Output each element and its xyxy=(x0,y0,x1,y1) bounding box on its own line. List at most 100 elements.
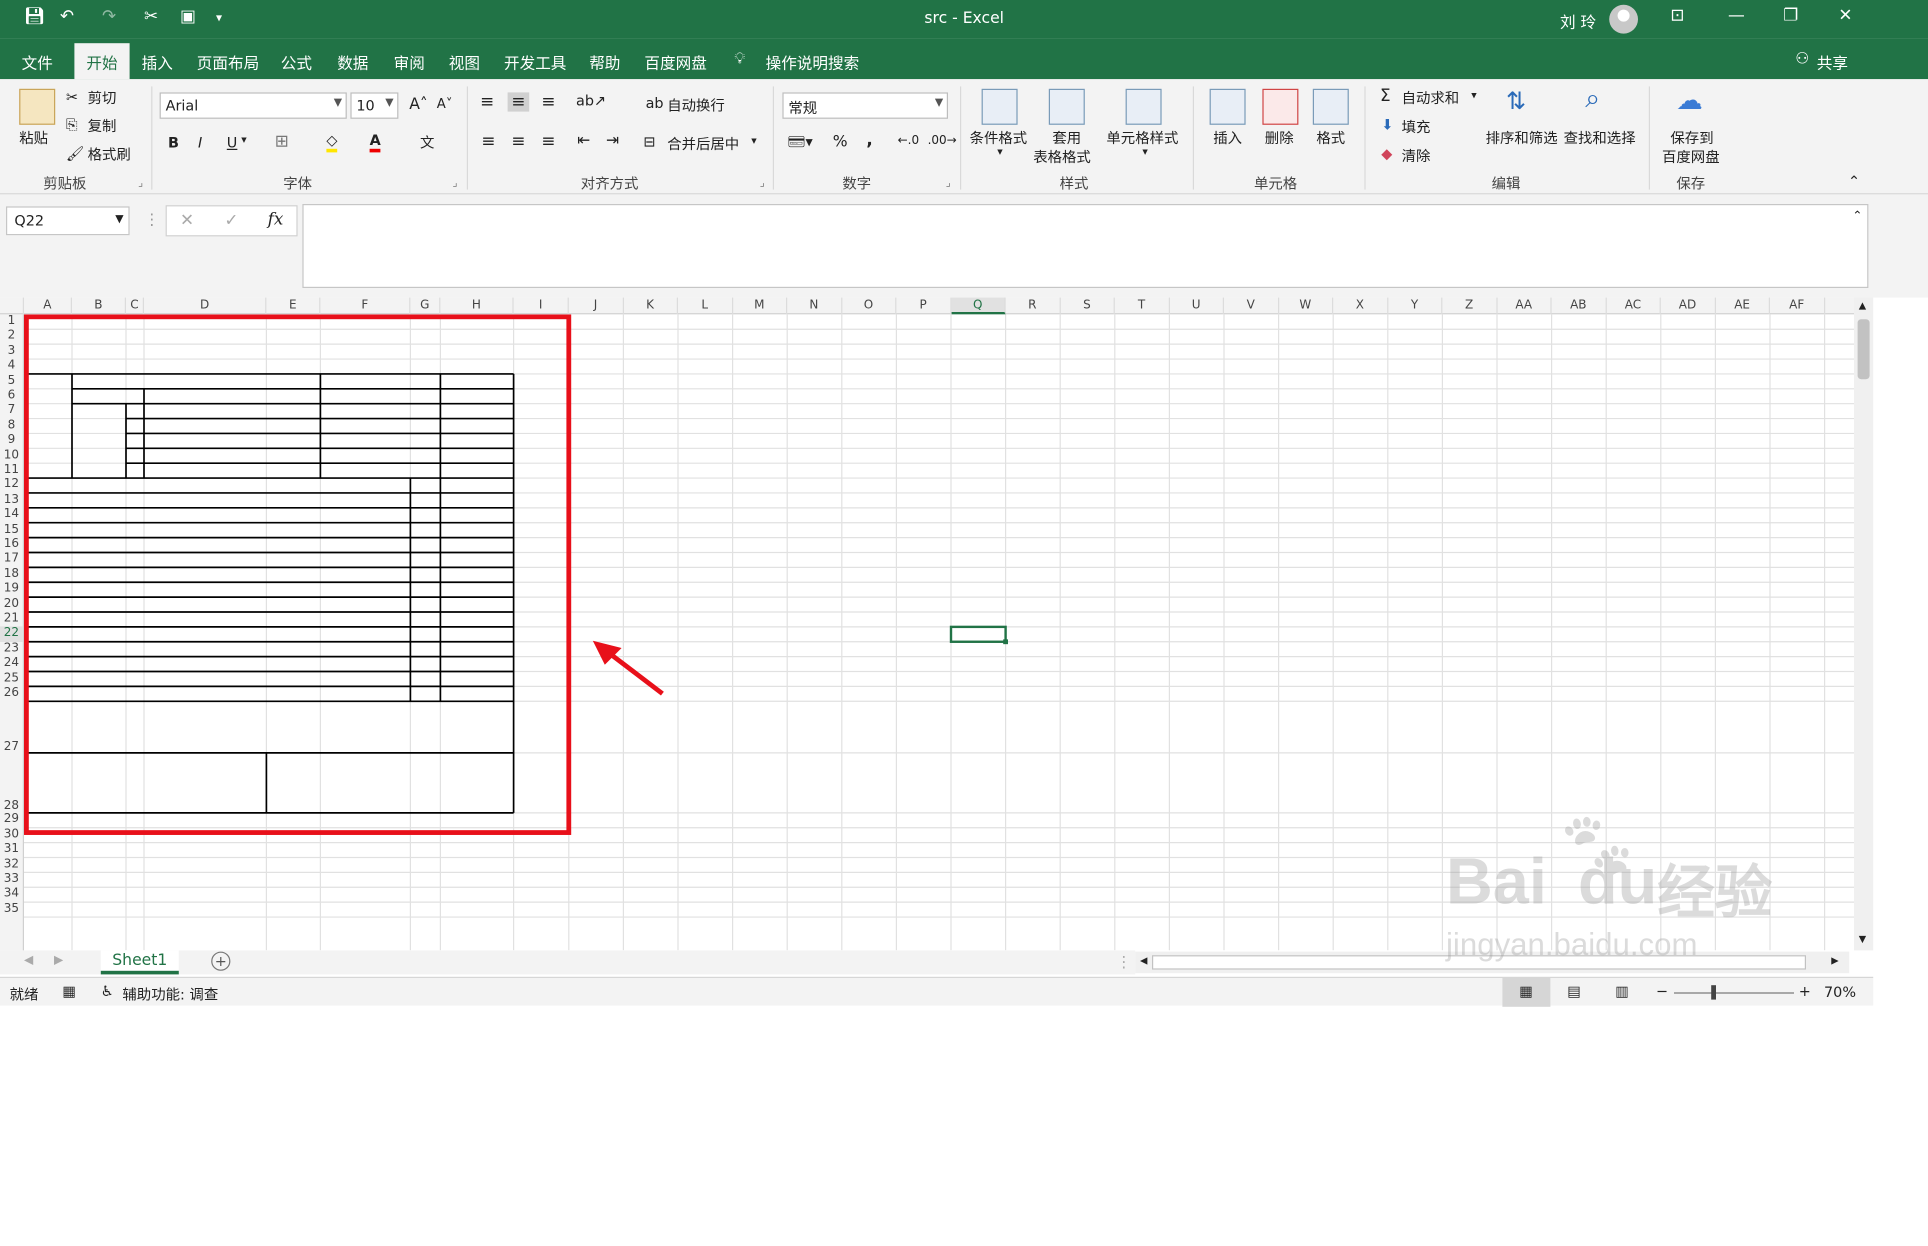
save-to-baidu-line2[interactable]: 百度网盘 xyxy=(1662,146,1720,166)
cell-styles-dropdown-icon[interactable]: ▾ xyxy=(1142,146,1147,158)
row-header-32[interactable]: 32 xyxy=(0,858,23,873)
bold-button[interactable]: B xyxy=(168,134,179,151)
format-painter-button[interactable]: 格式刷 xyxy=(88,144,131,164)
tell-me-search[interactable]: 操作说明搜索 xyxy=(766,50,860,73)
column-header-aa[interactable]: AA xyxy=(1497,297,1552,315)
sort-filter-icon[interactable]: ⇅ xyxy=(1506,86,1526,115)
row-header-9[interactable]: 9 xyxy=(0,433,23,448)
minimize-button[interactable]: — xyxy=(1728,6,1745,25)
font-launcher-icon[interactable]: ⌟ xyxy=(452,178,457,190)
scroll-right-icon[interactable]: ▶ xyxy=(1831,955,1838,966)
underline-dropdown-icon[interactable]: ▾ xyxy=(241,134,246,146)
format-cells-icon[interactable] xyxy=(1312,88,1349,125)
normal-view-button[interactable]: ▦ xyxy=(1502,978,1551,1007)
row-header-3[interactable]: 3 xyxy=(0,344,23,359)
comma-button[interactable]: , xyxy=(866,131,872,150)
column-header-z[interactable]: Z xyxy=(1442,297,1497,315)
number-launcher-icon[interactable]: ⌟ xyxy=(946,178,951,190)
column-header-ab[interactable]: AB xyxy=(1552,297,1607,315)
row-header-24[interactable]: 24 xyxy=(0,657,23,672)
cell-styles-button[interactable]: 单元格样式 xyxy=(1106,127,1178,147)
row-header-1[interactable]: 1 xyxy=(0,314,23,329)
phonetic-icon[interactable]: 文 xyxy=(420,132,434,152)
cut-button[interactable]: 剪切 xyxy=(88,88,117,108)
zoom-out-button[interactable]: − xyxy=(1656,983,1668,1000)
row-header-19[interactable]: 19 xyxy=(0,582,23,597)
paste-button[interactable]: 粘贴 xyxy=(19,127,48,147)
tab-review[interactable]: 审阅 xyxy=(394,50,425,73)
column-header-t[interactable]: T xyxy=(1115,297,1170,315)
row-header-25[interactable]: 25 xyxy=(0,672,23,687)
add-sheet-icon[interactable]: + xyxy=(211,951,231,971)
row-header-12[interactable]: 12 xyxy=(0,478,23,493)
column-header-y[interactable]: Y xyxy=(1388,297,1443,315)
find-select-button[interactable]: 查找和选择 xyxy=(1564,127,1636,147)
confirm-entry-icon[interactable]: ✓ xyxy=(224,211,238,230)
increase-font-icon[interactable]: A˄ xyxy=(409,96,427,114)
column-header-i[interactable]: I xyxy=(514,297,569,315)
column-header-r[interactable]: R xyxy=(1006,297,1061,315)
row-header-20[interactable]: 20 xyxy=(0,597,23,612)
tab-file[interactable]: 文件 xyxy=(22,50,53,73)
font-size-select[interactable]: 10 ▼ xyxy=(350,92,399,119)
row-header-23[interactable]: 23 xyxy=(0,642,23,657)
zoom-level[interactable]: 70% xyxy=(1824,984,1856,1001)
column-header-h[interactable]: H xyxy=(440,297,514,315)
orientation-icon[interactable]: ab↗ xyxy=(576,92,606,109)
row-header-2[interactable]: 2 xyxy=(0,329,23,344)
ribbon-display-icon[interactable]: ⊡ xyxy=(1670,6,1684,25)
insert-cells-button[interactable]: 插入 xyxy=(1213,127,1242,147)
column-header-f[interactable]: F xyxy=(320,297,411,315)
conditional-dropdown-icon[interactable]: ▾ xyxy=(997,146,1002,158)
align-middle-icon[interactable]: ≡ xyxy=(507,92,529,112)
column-header-w[interactable]: W xyxy=(1279,297,1334,315)
row-header-30[interactable]: 30 xyxy=(0,828,23,843)
row-header-7[interactable]: 7 xyxy=(0,404,23,419)
column-header-v[interactable]: V xyxy=(1224,297,1279,315)
scroll-down-icon[interactable]: ▼ xyxy=(1859,934,1866,945)
sort-filter-button[interactable]: 排序和筛选 xyxy=(1486,127,1558,147)
save-to-baidu-line1[interactable]: 保存到 xyxy=(1670,127,1713,147)
autosum-dropdown-icon[interactable]: ▾ xyxy=(1471,90,1476,102)
wrap-text-button[interactable]: 自动换行 xyxy=(667,95,725,115)
tab-data[interactable]: 数据 xyxy=(337,50,368,73)
underline-button[interactable]: U xyxy=(227,134,238,151)
font-name-select[interactable]: Arial ▼ xyxy=(159,92,347,119)
avatar[interactable] xyxy=(1609,4,1639,34)
user-name[interactable]: 刘 玲 xyxy=(1560,10,1596,33)
fill-button[interactable]: 填充 xyxy=(1402,116,1431,136)
row-header-15[interactable]: 15 xyxy=(0,523,23,538)
tab-formulas[interactable]: 公式 xyxy=(281,50,312,73)
column-header-a[interactable]: A xyxy=(24,297,72,315)
row-header-33[interactable]: 33 xyxy=(0,872,23,887)
row-header-17[interactable]: 17 xyxy=(0,552,23,567)
italic-button[interactable]: I xyxy=(198,134,202,151)
row-header-13[interactable]: 13 xyxy=(0,493,23,508)
page-layout-view-icon[interactable]: ▤ xyxy=(1567,983,1581,1000)
row-header-16[interactable]: 16 xyxy=(0,538,23,553)
row-header-5[interactable]: 5 xyxy=(0,374,23,389)
increase-decimal-icon[interactable]: ←.0 xyxy=(898,134,920,147)
row-header-26[interactable]: 26 xyxy=(0,686,23,701)
column-header-c[interactable]: C xyxy=(126,297,144,315)
column-header-g[interactable]: G xyxy=(410,297,441,315)
cancel-entry-icon[interactable]: ✕ xyxy=(180,211,194,230)
percent-button[interactable]: % xyxy=(833,133,848,151)
column-header-x[interactable]: X xyxy=(1333,297,1388,315)
vertical-scroll-thumb[interactable] xyxy=(1857,319,1870,380)
next-sheet-icon[interactable]: ▶ xyxy=(54,954,63,967)
cell-styles-icon[interactable] xyxy=(1125,88,1162,125)
column-header-k[interactable]: K xyxy=(623,297,678,315)
format-cells-button[interactable]: 格式 xyxy=(1316,127,1345,147)
decrease-font-icon[interactable]: A˅ xyxy=(437,96,453,112)
zoom-in-button[interactable]: + xyxy=(1799,983,1811,1000)
column-header-d[interactable]: D xyxy=(144,297,267,315)
column-header-q[interactable]: Q xyxy=(951,297,1006,315)
scroll-up-icon[interactable]: ▲ xyxy=(1859,300,1866,311)
decrease-indent-icon[interactable]: ⇤ xyxy=(577,132,590,150)
column-header-o[interactable]: O xyxy=(842,297,897,315)
row-header-28[interactable]: 28 xyxy=(0,753,23,813)
increase-indent-icon[interactable]: ⇥ xyxy=(606,132,619,150)
align-center-icon[interactable]: ≡ xyxy=(511,132,525,151)
tab-help[interactable]: 帮助 xyxy=(589,50,620,73)
